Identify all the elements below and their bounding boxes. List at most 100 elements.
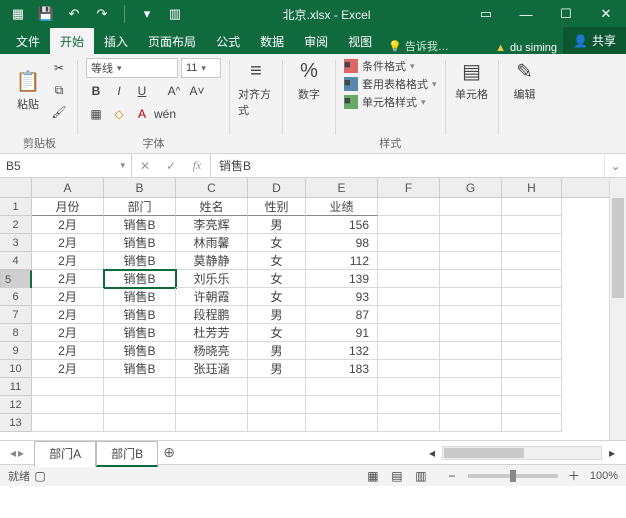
cell[interactable]: 女 — [248, 234, 306, 252]
sheet-tab[interactable]: 部门B — [96, 441, 158, 467]
cell[interactable] — [502, 306, 562, 324]
cell[interactable] — [440, 360, 502, 378]
cell[interactable] — [378, 342, 440, 360]
redo-icon[interactable]: ↷ — [90, 3, 114, 25]
format-painter-icon[interactable]: 🖌 — [49, 102, 69, 122]
cell[interactable] — [378, 216, 440, 234]
cell[interactable]: 87 — [306, 306, 378, 324]
cell[interactable]: 杨晓亮 — [176, 342, 248, 360]
cell[interactable]: 段程鹏 — [176, 306, 248, 324]
new-sheet-button[interactable]: ⊕ — [158, 444, 180, 461]
customize-qat-icon[interactable]: ▾ — [135, 3, 159, 25]
cell[interactable]: 性别 — [248, 198, 306, 216]
page-break-view-icon[interactable]: ▥ — [410, 466, 432, 486]
scroll-right-icon[interactable]: ▸ — [602, 443, 622, 463]
cell[interactable] — [378, 414, 440, 432]
cell[interactable]: 月份 — [32, 198, 104, 216]
conditional-formatting-button[interactable]: ■条件格式▾ — [344, 58, 415, 74]
zoom-slider[interactable] — [468, 474, 558, 478]
cell[interactable]: 销售B — [104, 234, 176, 252]
cell[interactable] — [502, 324, 562, 342]
cell[interactable] — [502, 342, 562, 360]
sheet-nav[interactable]: ◂▸ — [0, 446, 34, 460]
accept-formula-icon[interactable]: ✓ — [158, 156, 184, 176]
next-sheet-icon[interactable]: ▸ — [18, 446, 24, 460]
cell[interactable]: 林雨馨 — [176, 234, 248, 252]
cell[interactable]: 女 — [248, 270, 306, 288]
column-header[interactable]: E — [306, 178, 378, 197]
cell[interactable] — [378, 396, 440, 414]
zoom-in-icon[interactable]: ＋ — [564, 466, 584, 486]
editing-button[interactable]: ✎编辑 — [507, 58, 543, 102]
cell[interactable]: 139 — [306, 270, 378, 288]
cell[interactable] — [378, 198, 440, 216]
cell[interactable]: 杜芳芳 — [176, 324, 248, 342]
minimize-icon[interactable]: ― — [506, 0, 546, 28]
row-header[interactable]: 4 — [0, 252, 32, 270]
cell[interactable]: 许朝霞 — [176, 288, 248, 306]
tab-layout[interactable]: 页面布局 — [138, 28, 206, 54]
qat-more-icon[interactable]: ▥ — [163, 3, 187, 25]
cell[interactable] — [378, 270, 440, 288]
cell[interactable] — [306, 414, 378, 432]
column-header[interactable]: D — [248, 178, 306, 197]
cell[interactable] — [104, 414, 176, 432]
alignment-button[interactable]: ≡对齐方式 — [238, 58, 274, 118]
cell[interactable]: 156 — [306, 216, 378, 234]
cell[interactable] — [440, 414, 502, 432]
cell[interactable] — [176, 378, 248, 396]
cell[interactable] — [32, 378, 104, 396]
cell[interactable]: 女 — [248, 324, 306, 342]
cell[interactable]: 93 — [306, 288, 378, 306]
cell[interactable]: 112 — [306, 252, 378, 270]
cell[interactable]: 莫静静 — [176, 252, 248, 270]
cell[interactable] — [248, 378, 306, 396]
maximize-icon[interactable]: ☐ — [546, 0, 586, 28]
tab-data[interactable]: 数据 — [250, 28, 294, 54]
cell[interactable]: 销售B — [104, 288, 176, 306]
column-header[interactable]: A — [32, 178, 104, 197]
formula-input[interactable]: 销售B — [211, 154, 604, 177]
cell[interactable] — [378, 306, 440, 324]
cell[interactable] — [176, 396, 248, 414]
tab-insert[interactable]: 插入 — [94, 28, 138, 54]
number-format-button[interactable]: %数字 — [291, 58, 327, 102]
cell[interactable]: 91 — [306, 324, 378, 342]
cell[interactable] — [306, 396, 378, 414]
cell[interactable]: 女 — [248, 252, 306, 270]
cell[interactable]: 李亮辉 — [176, 216, 248, 234]
cell[interactable] — [502, 414, 562, 432]
cell[interactable] — [502, 252, 562, 270]
font-size-select[interactable]: 11▾ — [181, 58, 221, 78]
insert-function-icon[interactable]: fx — [184, 156, 210, 176]
cell[interactable]: 销售B — [104, 360, 176, 378]
cell[interactable]: 刘乐乐 — [176, 270, 248, 288]
cut-icon[interactable]: ✂ — [49, 58, 69, 78]
vertical-scrollbar[interactable] — [609, 178, 626, 440]
tab-view[interactable]: 视图 — [338, 28, 382, 54]
page-layout-view-icon[interactable]: ▤ — [386, 466, 408, 486]
cell[interactable] — [440, 198, 502, 216]
sheet-tab[interactable]: 部门A — [34, 441, 96, 467]
undo-icon[interactable]: ↶ — [62, 3, 86, 25]
column-header[interactable]: B — [104, 178, 176, 197]
cell[interactable]: 部门 — [104, 198, 176, 216]
tell-me[interactable]: 💡告诉我… — [388, 38, 449, 54]
fill-color-icon[interactable]: ◇ — [109, 104, 129, 124]
row-header[interactable]: 8 — [0, 324, 32, 342]
cell[interactable] — [502, 270, 562, 288]
shrink-font-icon[interactable]: A˅ — [187, 81, 207, 101]
row-header[interactable]: 5 — [0, 270, 32, 290]
row-header[interactable]: 12 — [0, 396, 32, 414]
cell[interactable]: 2月 — [32, 306, 104, 324]
column-header[interactable]: F — [378, 178, 440, 197]
cell[interactable] — [378, 378, 440, 396]
cell[interactable] — [306, 378, 378, 396]
cell[interactable] — [502, 396, 562, 414]
cell[interactable] — [248, 414, 306, 432]
cell[interactable]: 132 — [306, 342, 378, 360]
tab-formulas[interactable]: 公式 — [206, 28, 250, 54]
cell[interactable]: 2月 — [32, 216, 104, 234]
scroll-left-icon[interactable]: ◂ — [422, 443, 442, 463]
copy-icon[interactable]: ⧉ — [49, 80, 69, 100]
